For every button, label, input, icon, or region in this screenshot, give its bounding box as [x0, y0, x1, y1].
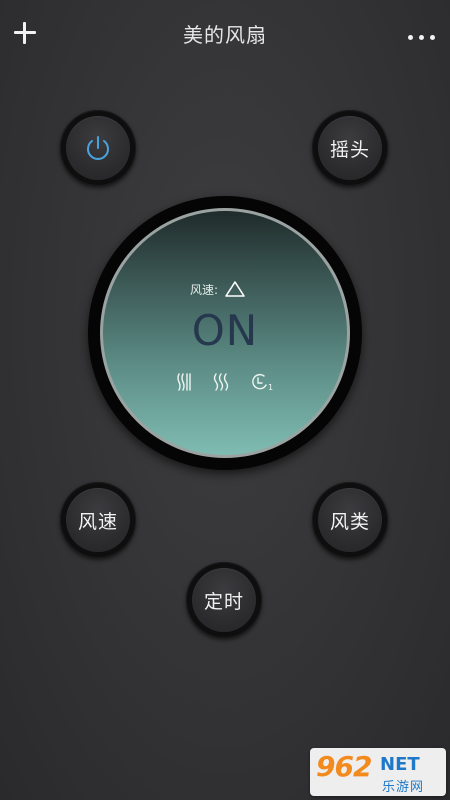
power-icon: [87, 136, 109, 160]
triangle-outline-icon: [225, 281, 245, 297]
timer-button-label: 定时: [192, 568, 256, 632]
dot: [419, 35, 424, 40]
timer-button[interactable]: 定时: [186, 562, 262, 638]
power-status: ON: [191, 306, 259, 355]
dot: [408, 35, 413, 40]
dot: [430, 35, 435, 40]
speed-button-label: 风速: [66, 488, 130, 552]
fan-remote-screen: 美的风扇 摇头 风速: ON 1 风速 风类 定时 962 NET 乐游网: [0, 0, 450, 800]
watermark-name: 乐游网: [382, 780, 425, 795]
vertical-wind-icon: [177, 373, 191, 391]
timer-clock-icon: 1: [252, 373, 273, 392]
power-button-face: [66, 116, 130, 180]
speed-indicator: 风速:: [0, 280, 450, 298]
mode-button[interactable]: 风类: [312, 482, 388, 558]
watermark-net: NET: [380, 754, 420, 775]
speed-indicator-label: 风速:: [189, 282, 219, 297]
mode-icons-row: 1: [0, 370, 450, 394]
swing-button[interactable]: 摇头: [312, 110, 388, 186]
site-watermark: 962 NET 乐游网: [310, 748, 446, 796]
swing-button-label: 摇头: [318, 116, 382, 180]
watermark-number: 962: [316, 750, 372, 783]
page-title: 美的风扇: [183, 23, 267, 47]
timer-value: 1: [268, 383, 273, 392]
wavy-wind-icon: [213, 373, 229, 391]
mode-button-label: 风类: [318, 488, 382, 552]
more-dots-icon[interactable]: [408, 26, 438, 46]
speed-button[interactable]: 风速: [60, 482, 136, 558]
power-button[interactable]: [60, 110, 136, 186]
